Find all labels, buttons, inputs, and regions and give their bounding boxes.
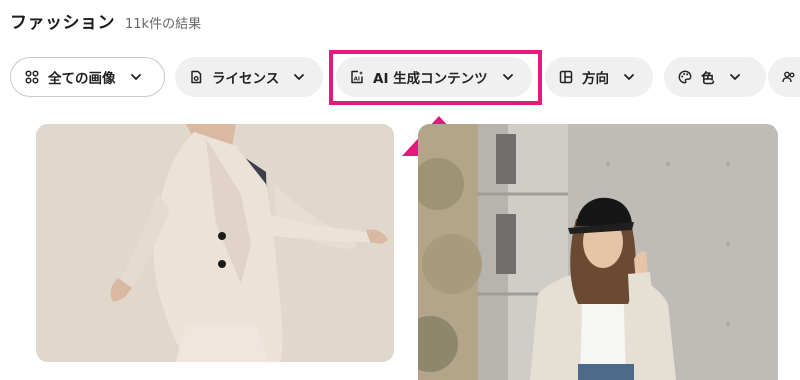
grid-icon [25, 70, 39, 84]
filter-license[interactable]: ライセンス [175, 57, 323, 97]
people-icon [782, 70, 796, 84]
fashion-photo-woman-black-cap[interactable] [418, 124, 778, 380]
fashion-photo-woman-beige-suit[interactable] [36, 124, 394, 362]
filter-orientation-label: 方向 [582, 71, 609, 87]
filter-ai-generated-label: AI 生成コンテンツ [373, 71, 488, 87]
chevron-down-icon [293, 71, 305, 83]
chevron-down-icon [130, 71, 142, 83]
svg-text:AI: AI [354, 77, 360, 83]
filter-color[interactable]: 色 [664, 57, 766, 97]
results-header: ファッション 11k件の結果 [10, 8, 201, 33]
filter-people[interactable] [768, 57, 800, 97]
license-icon [189, 70, 203, 84]
filter-orientation[interactable]: 方向 [545, 57, 653, 97]
chevron-down-icon [729, 71, 741, 83]
filter-license-label: ライセンス [212, 71, 280, 87]
filter-all-images[interactable]: 全ての画像 [10, 57, 165, 97]
orientation-icon [559, 70, 573, 84]
filter-bar: 全ての画像 ライセンス AI AI 生成コンテンツ 方向 色 [10, 57, 800, 99]
filter-color-label: 色 [701, 71, 715, 87]
filter-all-images-label: 全ての画像 [48, 71, 116, 87]
ai-image-icon: AI [350, 70, 364, 84]
filter-ai-generated[interactable]: AI AI 生成コンテンツ [336, 57, 532, 97]
page-title: ファッション [10, 13, 115, 33]
result-count: 11k件の結果 [125, 17, 202, 32]
palette-icon [678, 70, 692, 84]
chevron-down-icon [623, 71, 635, 83]
chevron-down-icon [502, 71, 514, 83]
